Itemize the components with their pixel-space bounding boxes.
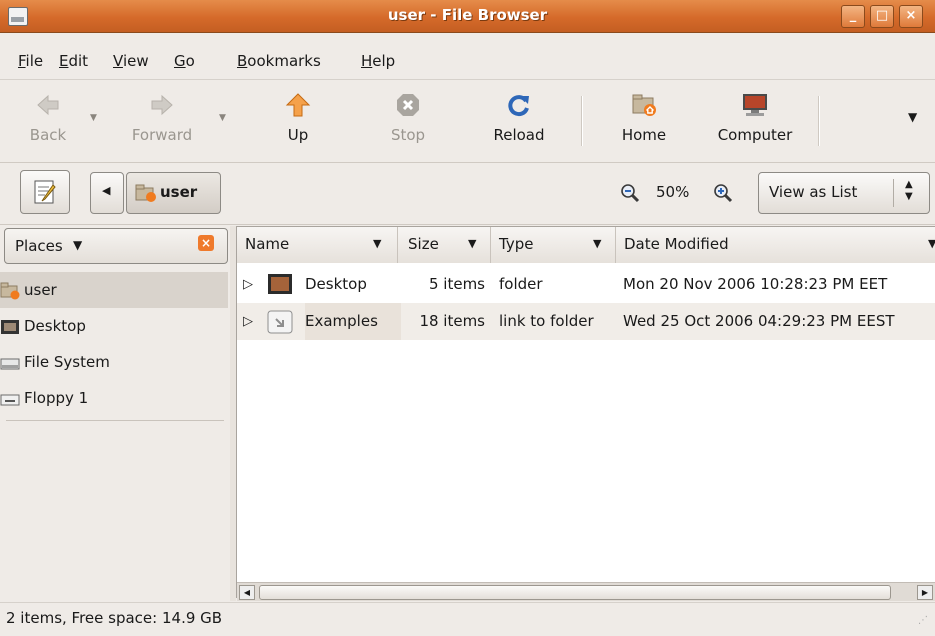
places-dropdown-label: Places (15, 237, 63, 255)
zoom-out-icon[interactable] (620, 183, 640, 203)
sidebar-item-user[interactable]: user (0, 272, 228, 308)
sidebar-item-desktop[interactable]: Desktop (0, 308, 228, 344)
status-bar: 2 items, Free space: 14.9 GB ⋰ (0, 602, 935, 636)
menu-view[interactable]: View (113, 52, 149, 70)
select-divider (893, 179, 894, 207)
scroll-right-arrow-icon[interactable]: ▶ (917, 585, 933, 600)
stop-button[interactable]: Stop (378, 86, 438, 158)
home-folder-icon (632, 94, 656, 116)
column-header-date-modified[interactable]: Date Modified ▼ (616, 227, 935, 263)
sort-chevron-down-icon: ▼ (593, 237, 602, 250)
close-sidebar-icon[interactable]: × (198, 235, 214, 251)
toolbar-overflow-chevron-down-icon[interactable]: ▼ (908, 110, 917, 124)
resize-grip-icon[interactable]: ⋰ (918, 615, 928, 626)
toolbar-separator (581, 96, 583, 146)
symlink-folder-icon (267, 310, 293, 334)
forward-button[interactable]: Forward (120, 86, 204, 158)
status-text: 2 items, Free space: 14.9 GB (6, 609, 223, 627)
sidebar-places-list: user Desktop File System Floppy 1 (0, 268, 230, 598)
forward-history-chevron-down-icon[interactable]: ▼ (219, 113, 226, 123)
hard-drive-icon (0, 358, 20, 369)
toggle-location-entry-button[interactable] (20, 170, 70, 214)
menu-file[interactable]: File (18, 52, 43, 70)
zoom-in-icon[interactable] (713, 183, 733, 203)
expander-triangle-icon[interactable]: ▷ (243, 266, 257, 303)
view-mode-value: View as List (769, 183, 858, 201)
places-dropdown[interactable]: Places ▼ (4, 228, 228, 264)
floppy-drive-icon (0, 394, 20, 405)
arrow-right-icon (151, 94, 173, 116)
zoom-level[interactable]: 50% (656, 183, 689, 201)
home-folder-icon (0, 282, 20, 299)
close-button[interactable]: × (899, 5, 923, 28)
chevron-down-icon: ▼ (73, 238, 83, 252)
sidebar-item-floppy[interactable]: Floppy 1 (0, 380, 228, 416)
table-row[interactable]: ▷ Examples 18 items link to folder Wed 2… (237, 303, 935, 340)
back-button[interactable]: Back (20, 86, 76, 158)
view-mode-select[interactable]: View as List ▲ ▼ (758, 172, 930, 214)
home-button[interactable]: Home (610, 86, 678, 158)
menu-bookmarks[interactable]: Bookmarks (237, 52, 321, 70)
toolbar-separator (818, 96, 820, 146)
scrollbar-thumb[interactable] (259, 585, 891, 600)
path-button-label: user (160, 183, 198, 201)
expander-triangle-icon[interactable]: ▷ (243, 303, 257, 340)
home-folder-icon (135, 184, 156, 202)
sort-chevron-down-icon: ▼ (928, 237, 935, 250)
maximize-button[interactable]: □ (870, 5, 894, 28)
up-button[interactable]: Up (268, 86, 328, 158)
menu-help[interactable]: Help (361, 52, 395, 70)
computer-icon (743, 94, 767, 116)
minimize-button[interactable]: _ (841, 5, 865, 28)
text-editor-icon (34, 180, 56, 204)
desktop-folder-icon (268, 274, 292, 294)
sidebar-item-file-system[interactable]: File System (0, 344, 228, 380)
desktop-icon (1, 319, 19, 334)
scroll-left-arrow-icon[interactable]: ◀ (239, 585, 255, 600)
sort-chevron-down-icon: ▼ (468, 237, 477, 250)
arrow-up-icon (285, 93, 311, 117)
table-row[interactable]: ▷ Desktop 5 items folder Mon 20 Nov 2006… (237, 266, 935, 303)
path-button-user[interactable]: user (126, 172, 221, 214)
path-scroll-left-button[interactable]: ◀ (90, 172, 124, 214)
arrow-left-icon (37, 94, 59, 116)
reload-icon (508, 95, 529, 117)
menu-go[interactable]: Go (174, 52, 195, 70)
computer-button[interactable]: Computer (704, 86, 806, 158)
column-header-name[interactable]: Name ▼ (237, 227, 398, 263)
window-title: user - File Browser (387, 6, 548, 24)
up-down-arrows-icon: ▲ ▼ (905, 179, 913, 202)
horizontal-scrollbar[interactable]: ◀ ▶ (237, 582, 935, 601)
chevron-left-icon: ◀ (102, 184, 111, 197)
column-header-size[interactable]: Size ▼ (398, 227, 491, 263)
stop-icon (397, 94, 419, 116)
menu-edit[interactable]: Edit (59, 52, 88, 70)
sort-chevron-down-icon: ▼ (373, 237, 382, 250)
back-history-chevron-down-icon[interactable]: ▼ (90, 113, 97, 123)
column-header-type[interactable]: Type ▼ (491, 227, 616, 263)
sidebar-divider (6, 420, 224, 421)
reload-button[interactable]: Reload (482, 86, 556, 158)
